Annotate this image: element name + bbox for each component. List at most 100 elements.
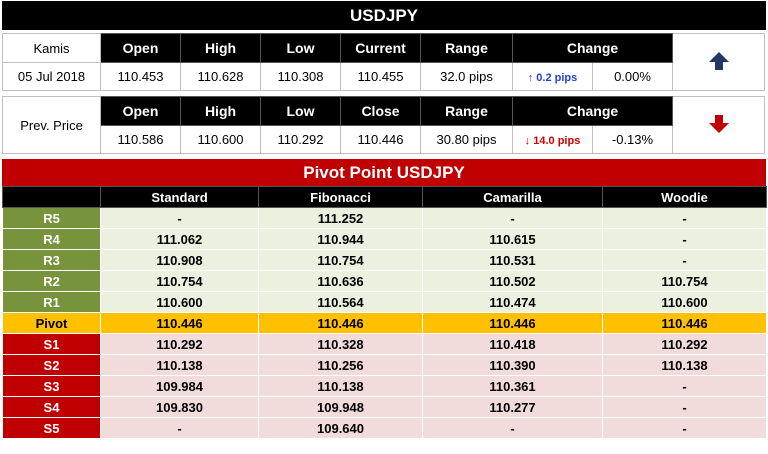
standard-value: - <box>100 207 259 229</box>
prev-change-pct: -0.13% <box>592 125 673 154</box>
standard-value: 111.062 <box>100 228 259 250</box>
standard-value: 110.754 <box>100 270 259 292</box>
current-change-pips: ↑ 0.2 pips <box>512 62 593 91</box>
camarilla-value: 110.615 <box>422 228 603 250</box>
camarilla-value: 110.446 <box>422 312 603 334</box>
woodie-value: 110.138 <box>602 354 767 376</box>
pivot-table: Standard Fibonacci Camarilla Woodie R5-1… <box>2 186 767 439</box>
level-label: R5 <box>2 207 101 229</box>
camarilla-value: - <box>422 417 603 439</box>
current-range-value: 32.0 pips <box>420 62 513 91</box>
camarilla-value: 110.277 <box>422 396 603 418</box>
table-row: S1 110.292 110.328 110.418 110.292 <box>2 333 767 355</box>
camarilla-value: 110.361 <box>422 375 603 397</box>
prev-header-change: Change <box>512 96 673 126</box>
pivot-title: Pivot Point USDJPY <box>2 159 766 186</box>
prev-header-high: High <box>180 96 261 126</box>
prev-change-pips-text: ↓ 14.0 pips <box>524 135 581 147</box>
level-label: S3 <box>2 375 101 397</box>
previous-quote-table: Prev. Price Open High Low Close Range Ch… <box>2 96 765 154</box>
current-price-value: 110.455 <box>340 62 421 91</box>
prev-header-low: Low <box>260 96 341 126</box>
page: USDJPY Kamis Open High Low Current Range… <box>0 0 768 454</box>
prev-range-value: 30.80 pips <box>420 125 513 154</box>
header-range: Range <box>420 33 513 63</box>
woodie-value: 110.292 <box>602 333 767 355</box>
woodie-value: - <box>602 375 767 397</box>
column-fibonacci: Fibonacci <box>258 186 423 208</box>
table-row: S2 110.138 110.256 110.390 110.138 <box>2 354 767 376</box>
prev-low-value: 110.292 <box>260 125 341 154</box>
woodie-value: - <box>602 249 767 271</box>
standard-value: 110.908 <box>100 249 259 271</box>
fibonacci-value: 110.446 <box>258 312 423 334</box>
current-high-value: 110.628 <box>180 62 261 91</box>
arrow-up-icon <box>708 51 729 70</box>
fibonacci-value: 111.252 <box>258 207 423 229</box>
level-label: R4 <box>2 228 101 250</box>
level-label: S5 <box>2 417 101 439</box>
header-change: Change <box>512 33 673 63</box>
pivot-body: R5-111.252- - R4 111.062 110.944 110.615- R3 11… <box>2 207 767 439</box>
level-label: S4 <box>2 396 101 418</box>
prev-header-close: Close <box>340 96 421 126</box>
woodie-value: - <box>602 396 767 418</box>
prev-close-value: 110.446 <box>340 125 421 154</box>
header-current: Current <box>340 33 421 63</box>
table-row: R5-111.252- - <box>2 207 767 229</box>
column-standard: Standard <box>100 186 259 208</box>
prev-open-value: 110.586 <box>100 125 181 154</box>
fibonacci-value: 109.640 <box>258 417 423 439</box>
prev-high-value: 110.600 <box>180 125 261 154</box>
table-row: R3 110.908 110.754 110.531- <box>2 249 767 271</box>
prev-direction-cell <box>672 96 765 154</box>
fibonacci-value: 109.948 <box>258 396 423 418</box>
standard-value: 109.830 <box>100 396 259 418</box>
header-low: Low <box>260 33 341 63</box>
table-row: R1 110.600 110.564 110.474 110.600 <box>2 291 767 313</box>
woodie-value: - <box>602 228 767 250</box>
camarilla-value: - <box>422 207 603 229</box>
day-label: Kamis <box>2 33 101 63</box>
prev-change-pips: ↓ 14.0 pips <box>512 125 593 154</box>
header-high: High <box>180 33 261 63</box>
standard-value: - <box>100 417 259 439</box>
pivot-corner <box>2 186 101 208</box>
prev-header-range: Range <box>420 96 513 126</box>
table-row: R2 110.754 110.636 110.502 110.754 <box>2 270 767 292</box>
table-row: S4 109.830 109.948 110.277- <box>2 396 767 418</box>
camarilla-value: 110.418 <box>422 333 603 355</box>
table-row: R4 111.062 110.944 110.615- <box>2 228 767 250</box>
fibonacci-value: 110.328 <box>258 333 423 355</box>
level-label: R1 <box>2 291 101 313</box>
level-label: Pivot <box>2 312 101 334</box>
prev-header-open: Open <box>100 96 181 126</box>
level-label: R3 <box>2 249 101 271</box>
camarilla-value: 110.531 <box>422 249 603 271</box>
fibonacci-value: 110.636 <box>258 270 423 292</box>
fibonacci-value: 110.256 <box>258 354 423 376</box>
fibonacci-value: 110.754 <box>258 249 423 271</box>
woodie-value: - <box>602 207 767 229</box>
date-label: 05 Jul 2018 <box>2 62 101 91</box>
woodie-value: - <box>602 417 767 439</box>
change-pips-text: ↑ 0.2 pips <box>527 72 578 84</box>
page-title: USDJPY <box>2 1 766 30</box>
standard-value: 110.292 <box>100 333 259 355</box>
fibonacci-value: 110.944 <box>258 228 423 250</box>
prev-price-label: Prev. Price <box>2 96 101 154</box>
level-label: S1 <box>2 333 101 355</box>
current-change-pct: 0.00% <box>592 62 673 91</box>
level-label: S2 <box>2 354 101 376</box>
table-row: S3 109.984 110.138 110.361- <box>2 375 767 397</box>
woodie-value: 110.446 <box>602 312 767 334</box>
current-quote-table: Kamis Open High Low Current Range Change… <box>2 33 765 91</box>
column-camarilla: Camarilla <box>422 186 603 208</box>
standard-value: 110.138 <box>100 354 259 376</box>
header-open: Open <box>100 33 181 63</box>
standard-value: 109.984 <box>100 375 259 397</box>
level-label: R2 <box>2 270 101 292</box>
standard-value: 110.446 <box>100 312 259 334</box>
column-woodie: Woodie <box>602 186 767 208</box>
fibonacci-value: 110.564 <box>258 291 423 313</box>
